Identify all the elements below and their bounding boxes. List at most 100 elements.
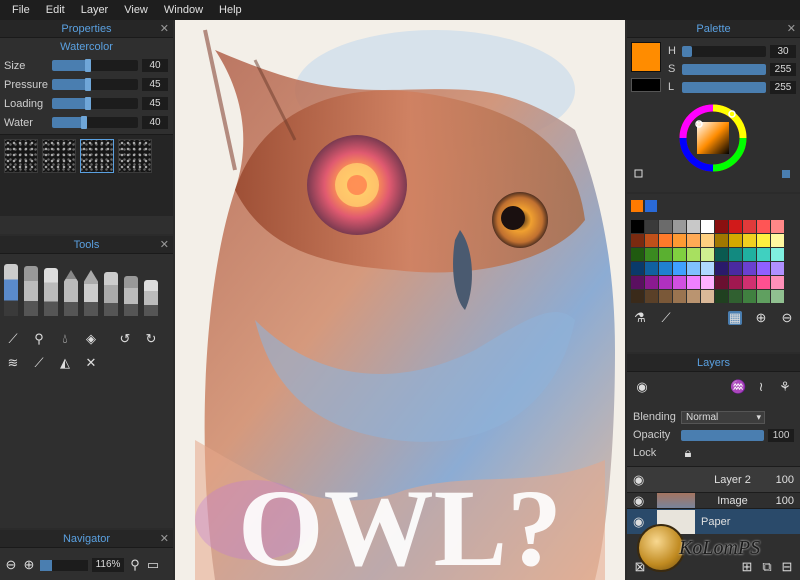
- delete-layer-icon[interactable]: ⊠: [633, 560, 647, 574]
- color-swatch[interactable]: [715, 276, 728, 289]
- airbrush-tool-icon[interactable]: [124, 276, 138, 316]
- saturation-value[interactable]: 255: [770, 62, 796, 76]
- color-swatch[interactable]: [687, 262, 700, 275]
- color-swatch[interactable]: [701, 276, 714, 289]
- lock-icon[interactable]: 🔒︎: [681, 446, 695, 460]
- hue-slider[interactable]: [682, 45, 766, 57]
- color-swatch[interactable]: [673, 276, 686, 289]
- color-swatch[interactable]: [645, 220, 658, 233]
- color-swatch[interactable]: [645, 262, 658, 275]
- flat-brush-tool-icon[interactable]: [24, 266, 38, 316]
- layer-row-paper[interactable]: ◉ Paper: [627, 508, 800, 534]
- pressure-value[interactable]: 45: [142, 78, 168, 91]
- color-swatch[interactable]: [729, 248, 742, 261]
- water-drop-icon[interactable]: 💧︎: [58, 332, 72, 346]
- eye-icon[interactable]: ◉: [633, 472, 651, 488]
- color-swatch[interactable]: [771, 234, 784, 247]
- color-swatch[interactable]: [673, 234, 686, 247]
- menu-file[interactable]: File: [4, 4, 38, 16]
- eye-icon[interactable]: ◉: [633, 514, 651, 530]
- mixer-icon[interactable]: ⚗: [633, 311, 647, 325]
- color-swatch[interactable]: [701, 234, 714, 247]
- eraser-tool-icon[interactable]: [144, 280, 158, 316]
- color-swatch[interactable]: [729, 290, 742, 303]
- color-swatch[interactable]: [701, 290, 714, 303]
- color-swatch[interactable]: [631, 220, 644, 233]
- color-swatch[interactable]: [757, 220, 770, 233]
- loading-value[interactable]: 45: [142, 97, 168, 110]
- color-swatch[interactable]: [701, 262, 714, 275]
- undo-icon[interactable]: ↺: [118, 332, 132, 346]
- color-swatch[interactable]: [757, 290, 770, 303]
- close-icon[interactable]: ✕: [160, 530, 169, 548]
- zoom-value[interactable]: 116%: [92, 558, 124, 572]
- color-swatch[interactable]: [701, 220, 714, 233]
- color-swatch[interactable]: [729, 234, 742, 247]
- menu-view[interactable]: View: [116, 4, 156, 16]
- lightness-slider[interactable]: [682, 81, 766, 93]
- merge-layer-icon[interactable]: ⊟: [780, 560, 794, 574]
- color-swatch[interactable]: [645, 234, 658, 247]
- color-swatch[interactable]: [715, 262, 728, 275]
- water-slider[interactable]: [52, 116, 138, 129]
- smudge-icon[interactable]: ⟋: [6, 332, 20, 346]
- color-swatch[interactable]: [687, 220, 700, 233]
- close-icon[interactable]: ✕: [160, 236, 169, 254]
- color-swatch[interactable]: [743, 220, 756, 233]
- heat-effect-icon[interactable]: ≀: [754, 380, 768, 394]
- color-swatch[interactable]: [659, 234, 672, 247]
- color-swatch[interactable]: [771, 262, 784, 275]
- color-swatch[interactable]: [715, 234, 728, 247]
- primary-color-swatch[interactable]: [631, 42, 661, 72]
- menu-layer[interactable]: Layer: [73, 4, 117, 16]
- recent-color-orange[interactable]: [631, 200, 643, 212]
- color-swatch[interactable]: [687, 234, 700, 247]
- size-slider[interactable]: [52, 59, 138, 72]
- zoom-slider[interactable]: [40, 559, 88, 571]
- pressure-slider[interactable]: [52, 78, 138, 91]
- lightness-value[interactable]: 255: [770, 80, 796, 94]
- color-swatch[interactable]: [771, 276, 784, 289]
- color-swatch[interactable]: [715, 248, 728, 261]
- color-swatch[interactable]: [743, 234, 756, 247]
- color-swatch[interactable]: [687, 290, 700, 303]
- hue-value[interactable]: 30: [770, 44, 796, 58]
- fit-screen-icon[interactable]: ▭: [146, 558, 160, 572]
- color-swatch[interactable]: [729, 220, 742, 233]
- color-swatch[interactable]: [673, 290, 686, 303]
- color-swatch[interactable]: [729, 276, 742, 289]
- color-swatch[interactable]: [645, 290, 658, 303]
- color-swatch[interactable]: [771, 220, 784, 233]
- dry-effect-icon[interactable]: ⚘: [778, 380, 792, 394]
- canvas[interactable]: OWL?: [175, 20, 625, 580]
- add-swatch-icon[interactable]: ⊕: [754, 311, 768, 325]
- color-swatch[interactable]: [757, 248, 770, 261]
- color-swatch[interactable]: [673, 248, 686, 261]
- color-wheel[interactable]: [627, 100, 800, 180]
- redo-icon[interactable]: ↻: [144, 332, 158, 346]
- blend-icon[interactable]: ⚲: [32, 332, 46, 346]
- wind-icon[interactable]: ≋: [6, 356, 20, 370]
- eyedropper-icon[interactable]: ⟋: [659, 311, 673, 325]
- eye-icon[interactable]: ◉: [633, 493, 651, 508]
- color-swatch[interactable]: [659, 248, 672, 261]
- brush-texture-2[interactable]: [42, 139, 76, 173]
- color-swatch[interactable]: [645, 248, 658, 261]
- duplicate-layer-icon[interactable]: ⧉: [760, 560, 774, 574]
- color-swatch[interactable]: [757, 276, 770, 289]
- color-swatch[interactable]: [659, 276, 672, 289]
- menu-help[interactable]: Help: [211, 4, 250, 16]
- zoom-in-icon[interactable]: ⊕: [22, 558, 36, 572]
- color-swatch[interactable]: [743, 276, 756, 289]
- grid-view-icon[interactable]: ▦: [728, 311, 742, 325]
- zoom-out-icon[interactable]: ⊖: [4, 558, 18, 572]
- color-swatch[interactable]: [715, 290, 728, 303]
- color-swatch[interactable]: [631, 276, 644, 289]
- color-swatch[interactable]: [757, 234, 770, 247]
- color-swatch[interactable]: [743, 248, 756, 261]
- menu-window[interactable]: Window: [156, 4, 211, 16]
- blending-dropdown[interactable]: Normal: [681, 410, 765, 424]
- menu-edit[interactable]: Edit: [38, 4, 73, 16]
- pencil-tool-icon[interactable]: [64, 270, 78, 316]
- brush-texture-1[interactable]: [4, 139, 38, 173]
